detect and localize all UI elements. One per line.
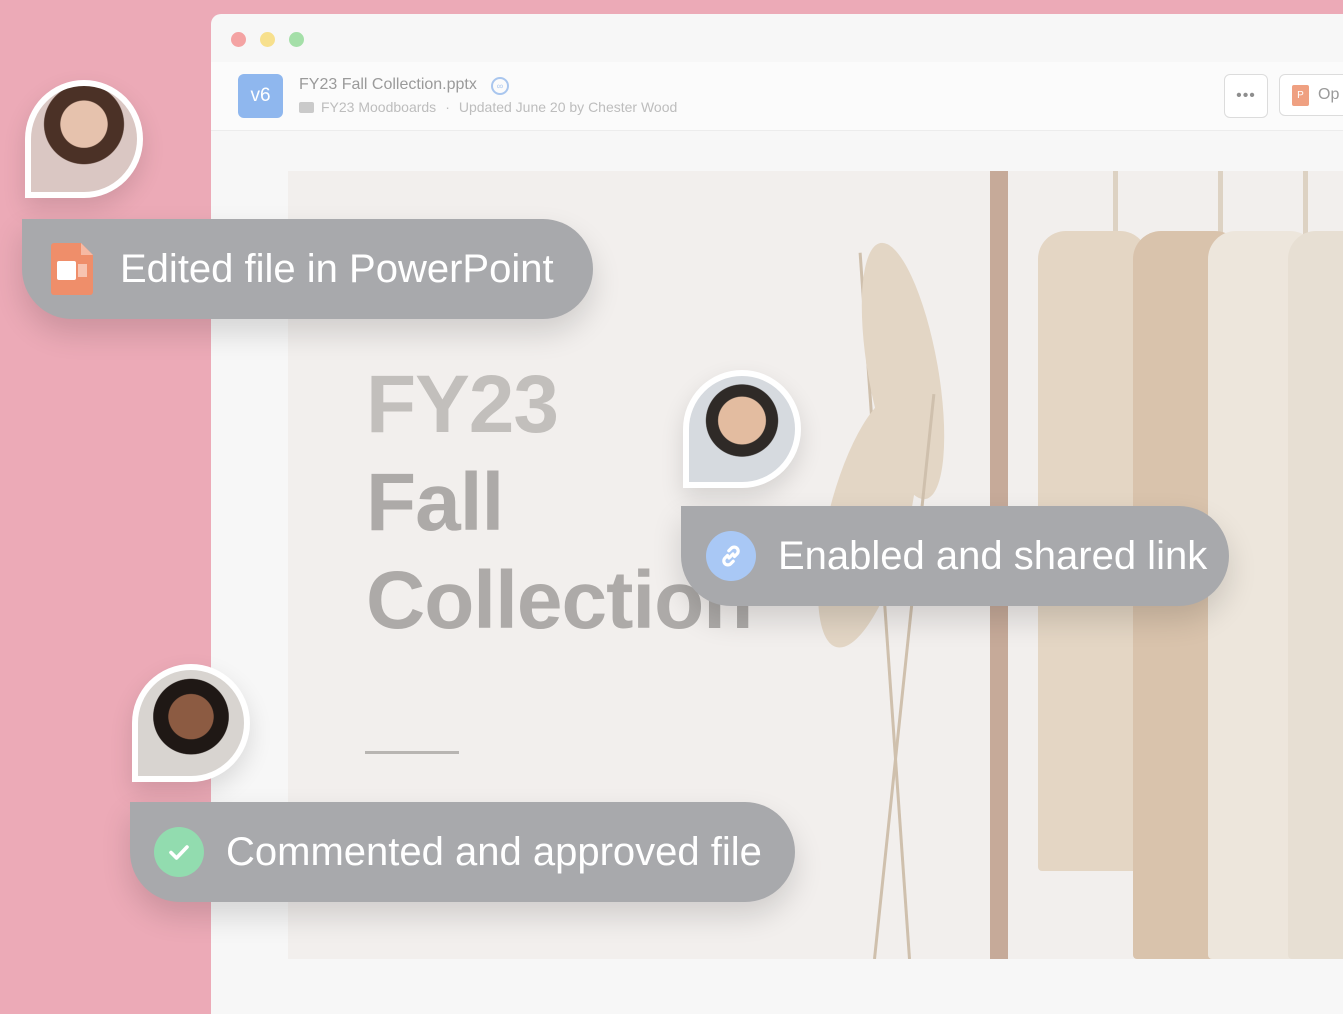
activity-label: Commented and approved file bbox=[226, 829, 762, 874]
link-icon-graphic bbox=[722, 545, 740, 567]
hanger bbox=[1303, 171, 1308, 241]
check-icon bbox=[154, 827, 204, 877]
more-options-button[interactable]: ••• bbox=[1224, 74, 1268, 118]
link-icon bbox=[706, 531, 756, 581]
file-header: v6 FY23 Fall Collection.pptx ∞ FY23 Mood… bbox=[211, 62, 1343, 131]
user-photo bbox=[689, 376, 795, 482]
check-icon-graphic bbox=[169, 845, 189, 860]
user-avatar[interactable] bbox=[683, 370, 801, 488]
activity-pill-edited: Edited file in PowerPoint bbox=[22, 219, 593, 319]
folder-name[interactable]: FY23 Moodboards bbox=[321, 99, 436, 115]
activity-pill-shared: Enabled and shared link bbox=[681, 506, 1229, 606]
meta-separator: · bbox=[445, 99, 450, 115]
activity-label: Edited file in PowerPoint bbox=[120, 246, 554, 291]
user-photo bbox=[31, 86, 137, 192]
activity-pill-approved: Commented and approved file bbox=[130, 802, 795, 902]
user-photo bbox=[138, 670, 244, 776]
title-bar bbox=[211, 14, 1343, 62]
activity-label: Enabled and shared link bbox=[778, 533, 1208, 578]
version-badge[interactable]: v6 bbox=[238, 74, 283, 118]
powerpoint-icon-graphic bbox=[51, 243, 93, 295]
file-meta: FY23 Moodboards · Updated June 20 by Chest… bbox=[299, 99, 677, 115]
updated-text: Updated June 20 by Chester Wood bbox=[458, 99, 678, 115]
close-window-button[interactable] bbox=[231, 32, 246, 47]
minimize-window-button[interactable] bbox=[260, 32, 275, 47]
folder-icon bbox=[299, 102, 314, 113]
powerpoint-icon: P bbox=[1292, 84, 1309, 106]
file-name: FY23 Fall Collection.pptx bbox=[299, 76, 477, 93]
user-avatar[interactable] bbox=[25, 80, 143, 198]
garment bbox=[1288, 231, 1343, 959]
slide-divider bbox=[365, 751, 459, 754]
user-avatar[interactable] bbox=[132, 664, 250, 782]
powerpoint-icon bbox=[51, 243, 93, 295]
open-button-label: Op bbox=[1318, 86, 1340, 103]
shared-link-icon[interactable]: ∞ bbox=[491, 77, 509, 95]
open-in-app-button[interactable]: P Op bbox=[1279, 74, 1343, 116]
maximize-window-button[interactable] bbox=[289, 32, 304, 47]
